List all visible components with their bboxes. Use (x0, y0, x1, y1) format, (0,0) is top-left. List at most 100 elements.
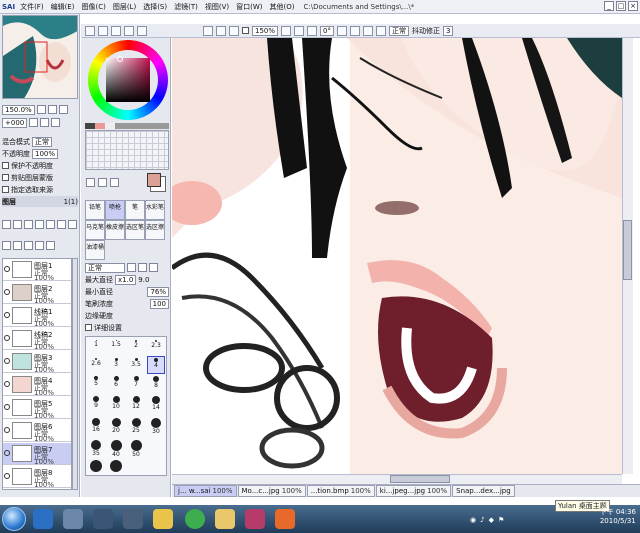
brush-size-cell[interactable]: 12 (128, 395, 144, 411)
swatch-grid[interactable] (85, 130, 169, 170)
start-button[interactable] (2, 507, 26, 531)
layer-item[interactable]: 图层3 正常 100% (3, 351, 71, 374)
brush-size-cell[interactable]: 2 (128, 339, 144, 355)
close-button[interactable]: × (628, 1, 638, 11)
new-linework-layer-button[interactable] (13, 219, 22, 229)
density-slider[interactable]: 100 (149, 298, 169, 309)
network-icon[interactable]: ◉ (470, 516, 476, 524)
layer-item[interactable]: 图层5 正常 100% (3, 397, 71, 420)
deselect-icon[interactable] (216, 25, 226, 36)
rotate-right-icon[interactable] (349, 25, 360, 36)
eye-icon[interactable] (4, 450, 10, 456)
apply-mask-button[interactable] (24, 241, 33, 250)
swap-color-icon[interactable] (86, 178, 95, 187)
brush-size-cell[interactable]: 35 (88, 439, 104, 457)
angle-field[interactable]: +000 (2, 117, 28, 128)
show-selection-checkbox[interactable] (242, 27, 249, 34)
layer-item[interactable]: 图层8 正常 100% (3, 466, 71, 489)
color-saturation-square[interactable] (106, 58, 150, 102)
shield-icon[interactable]: ◆ (489, 516, 494, 524)
eye-icon[interactable] (4, 312, 10, 318)
zoom-field[interactable]: 150.0% (2, 104, 35, 115)
flag-icon[interactable]: ⚑ (498, 516, 504, 524)
scratchpad-tab-icon[interactable] (137, 25, 147, 36)
menu-edit[interactable]: 编辑(E) (49, 2, 77, 12)
eye-icon[interactable] (4, 266, 10, 272)
layer-item[interactable]: 图层4 正常 100% (3, 374, 71, 397)
eye-icon[interactable] (4, 381, 10, 387)
browser-icon[interactable] (185, 509, 205, 529)
player-icon[interactable] (275, 509, 295, 529)
menu-select[interactable]: 选择(S) (141, 2, 169, 12)
brush-size-multiplier[interactable]: x1.0 (115, 274, 137, 285)
layer-up-button[interactable] (2, 241, 11, 250)
selection-source-checkbox[interactable] (2, 186, 9, 193)
document-tab[interactable]: j... w...sai 100% (174, 485, 237, 497)
brush-size-cell[interactable]: 5 (88, 375, 104, 391)
stabilizer-select[interactable]: 3 (442, 25, 454, 36)
clear-layer-button[interactable] (57, 219, 66, 229)
select-all-icon[interactable] (203, 25, 213, 36)
zoom-in-button[interactable] (47, 105, 57, 114)
layer-mask-button[interactable] (35, 241, 44, 250)
eye-icon[interactable] (4, 289, 10, 295)
window-icon[interactable] (63, 509, 83, 529)
brush-size-cell[interactable]: 6 (108, 375, 124, 391)
delete-layer-button[interactable] (68, 219, 77, 229)
brush-shape-2-icon[interactable] (138, 263, 147, 272)
menu-other[interactable]: 其他(O) (268, 2, 297, 12)
document-tab[interactable]: ki...jpeg...jpg 100% (375, 485, 452, 497)
layer-list-scrollbar[interactable] (72, 258, 78, 490)
brush-size-cell[interactable]: 7 (128, 375, 144, 391)
volume-icon[interactable]: ♪ (480, 516, 484, 524)
rotate-right-button[interactable] (40, 118, 50, 127)
zoom-select[interactable]: 150% (252, 25, 279, 36)
zoom-reset-button[interactable] (58, 105, 68, 114)
ie-icon[interactable] (33, 509, 53, 529)
mode-select[interactable]: 正常 (388, 25, 409, 36)
color-history-strip[interactable] (85, 123, 169, 129)
brush-size-cell[interactable]: 1 (88, 339, 104, 355)
layer-item[interactable]: 图层1 正常 100% (3, 259, 71, 282)
layer-item[interactable]: 图层2 正常 100% (3, 282, 71, 305)
clock[interactable]: 下午 04:36 2010/5/31 (600, 508, 636, 526)
brush-size-cell[interactable]: 16 (88, 417, 104, 433)
brush-mode-select[interactable]: 正常 (85, 262, 125, 273)
layer-item[interactable]: 图层6 正常 100% (3, 420, 71, 443)
brush-size-cell[interactable]: 9 (88, 395, 104, 411)
brush-shape-3-icon[interactable] (149, 263, 158, 272)
brush-size-cell[interactable]: 30 (148, 417, 164, 435)
invert-selection-icon[interactable] (229, 25, 239, 36)
pen-icon[interactable] (123, 509, 143, 529)
foreground-color-swatch[interactable] (147, 173, 161, 187)
menu-filter[interactable]: 滤镜(T) (172, 2, 200, 12)
layer-item[interactable]: 线稿1 正常 100% (3, 305, 71, 328)
brush-size-cell[interactable]: 8 (148, 375, 164, 391)
selerase-tool-button[interactable]: 选区擦 (145, 220, 165, 240)
rotate-reset-button[interactable] (51, 118, 61, 127)
navigator-preview[interactable] (2, 15, 78, 99)
zoom-fit-icon[interactable] (307, 25, 318, 36)
brush-size-cell[interactable] (108, 459, 124, 475)
hsv-slider-tab-icon[interactable] (111, 25, 121, 36)
brush-size-cell[interactable]: 3.5 (128, 357, 144, 373)
pencil-tool-button[interactable]: 铅笔 (85, 200, 105, 220)
eye-icon[interactable] (4, 427, 10, 433)
layer-list[interactable]: 图层1 正常 100% 图层2 正常 100% 线稿1 正常 100% 线稿2 … (2, 258, 72, 490)
rgb-slider-tab-icon[interactable] (98, 25, 108, 36)
opacity-field[interactable]: 100% (32, 148, 59, 159)
canvas[interactable] (172, 38, 622, 474)
minimize-button[interactable]: _ (604, 1, 614, 11)
brush-size-cell-selected[interactable]: 4 (147, 356, 165, 374)
document-tab[interactable]: Snap...dex...jpg (452, 485, 515, 497)
media-icon[interactable] (245, 509, 265, 529)
tools-icon[interactable] (93, 509, 113, 529)
marker-tool-button[interactable]: 马克笔 (85, 220, 105, 240)
brush-size-cell[interactable]: 25 (128, 417, 144, 434)
brush-size-cell[interactable]: 10 (108, 395, 124, 411)
transparent-color-icon[interactable] (110, 178, 119, 187)
brush-size-cell[interactable]: 14 (148, 395, 164, 411)
brush-size-grid[interactable]: 1 1.5 2 2.3 2.6 3 3.5 4 5 6 7 8 9 10 12 … (85, 336, 167, 476)
advanced-checkbox[interactable] (85, 324, 92, 331)
eyedropper-icon[interactable] (98, 178, 107, 187)
